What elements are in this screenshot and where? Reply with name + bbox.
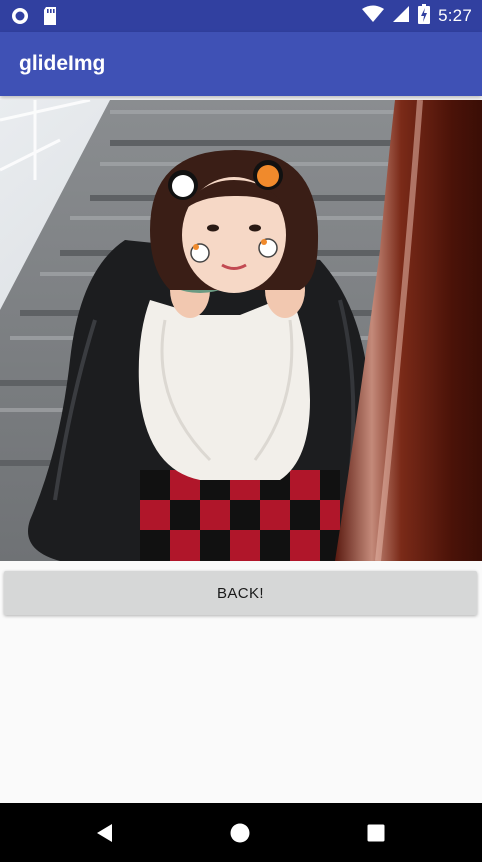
nav-back-icon[interactable] [91, 819, 119, 847]
battery-charging-icon [418, 3, 431, 29]
wifi-icon [362, 5, 385, 28]
status-right-icons: 5:27 [362, 3, 472, 29]
cell-signal-icon [392, 5, 410, 28]
app-title: glideImg [19, 52, 106, 75]
nav-recents-icon[interactable] [362, 819, 390, 847]
notification-circle-icon [10, 6, 30, 31]
status-time: 5:27 [438, 6, 472, 25]
status-bar: 5:27 [0, 0, 482, 32]
status-left-icons [10, 6, 58, 31]
nav-bar [0, 803, 482, 862]
app-screen: 5:27 glideImg BACK! [0, 0, 482, 862]
photo-image [0, 100, 482, 561]
nav-home-icon[interactable] [226, 819, 254, 847]
photo-illustration [0, 100, 482, 561]
app-bar: glideImg [0, 32, 482, 96]
sd-card-icon [42, 6, 58, 31]
back-button[interactable]: BACK! [4, 571, 477, 615]
